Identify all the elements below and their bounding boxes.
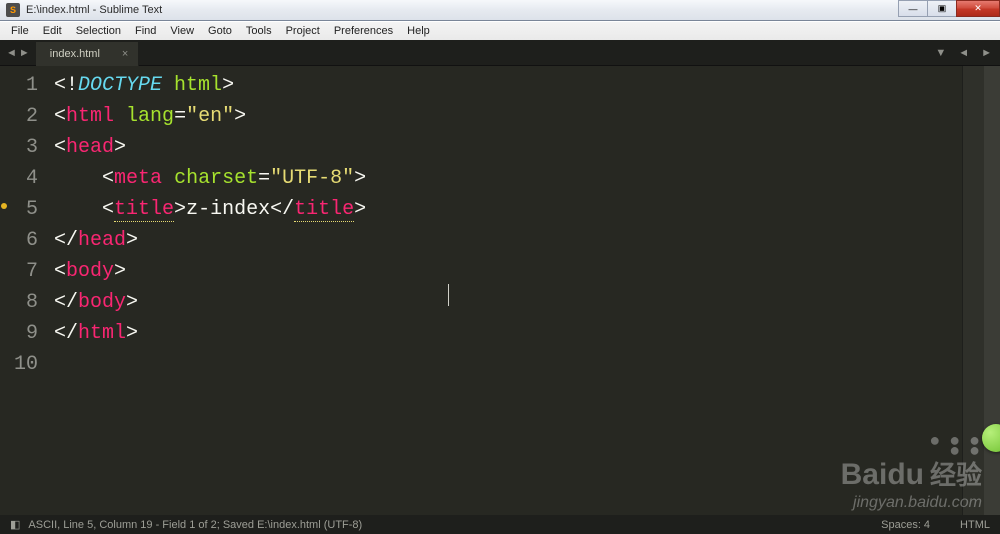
line-number: 1 [8, 70, 38, 101]
app-icon: S [6, 3, 20, 17]
tab-index-html[interactable]: index.html × [36, 42, 140, 66]
menu-edit[interactable]: Edit [36, 23, 69, 39]
editor: 12345678910 <!DOCTYPE html><html lang="e… [0, 66, 1000, 515]
window-title: E:\index.html - Sublime Text [26, 4, 899, 16]
code-line[interactable]: <!DOCTYPE html> [48, 70, 962, 101]
menu-bar: FileEditSelectionFindViewGotoToolsProjec… [0, 21, 1000, 40]
menu-project[interactable]: Project [279, 23, 327, 39]
menu-selection[interactable]: Selection [69, 23, 128, 39]
maximize-button[interactable]: ▣ [927, 0, 957, 17]
text-cursor [448, 284, 449, 306]
code-line[interactable]: <body> [48, 256, 962, 287]
status-syntax[interactable]: HTML [960, 519, 990, 531]
line-number: 4 [8, 163, 38, 194]
tab-label: index.html [50, 48, 100, 60]
menu-help[interactable]: Help [400, 23, 437, 39]
line-number: 6 [8, 225, 38, 256]
code-line[interactable]: </html> [48, 318, 962, 349]
window-controls: — ▣ ✕ [899, 0, 1000, 20]
window-titlebar: S E:\index.html - Sublime Text — ▣ ✕ [0, 0, 1000, 21]
line-number: 3 [8, 132, 38, 163]
tabs-dropdown-icon[interactable]: ▼ [935, 47, 946, 59]
history-forward-icon[interactable]: ► [19, 47, 30, 59]
menu-file[interactable]: File [4, 23, 36, 39]
status-left: ASCII, Line 5, Column 19 - Field 1 of 2;… [28, 519, 362, 531]
status-bar: ◧ ASCII, Line 5, Column 19 - Field 1 of … [0, 515, 1000, 534]
close-button[interactable]: ✕ [956, 0, 1000, 17]
menu-view[interactable]: View [163, 23, 201, 39]
minimize-button[interactable]: — [898, 0, 928, 17]
gutter-marks [0, 66, 8, 515]
line-number-gutter: 12345678910 [8, 66, 48, 515]
split-left-icon[interactable]: ◄ [958, 47, 969, 59]
menu-find[interactable]: Find [128, 23, 163, 39]
menu-preferences[interactable]: Preferences [327, 23, 400, 39]
code-line[interactable]: <title>z-index</title> [48, 194, 962, 225]
menu-tools[interactable]: Tools [239, 23, 279, 39]
tab-close-icon[interactable]: × [122, 48, 128, 60]
history-back-icon[interactable]: ◄ [6, 47, 17, 59]
status-console-icon[interactable]: ◧ [10, 518, 20, 531]
code-line[interactable]: <html lang="en"> [48, 101, 962, 132]
line-number: 7 [8, 256, 38, 287]
menu-goto[interactable]: Goto [201, 23, 239, 39]
line-number: 9 [8, 318, 38, 349]
line-number: 10 [8, 349, 38, 380]
tab-bar: ◄ ► index.html × ▼ ◄ ► [0, 40, 1000, 66]
status-spaces[interactable]: Spaces: 4 [881, 519, 930, 531]
code-line[interactable]: <head> [48, 132, 962, 163]
minimap[interactable] [962, 66, 984, 515]
code-line[interactable]: </body> [48, 287, 962, 318]
split-right-icon[interactable]: ► [981, 47, 992, 59]
modified-line-marker [1, 203, 7, 209]
code-area[interactable]: <!DOCTYPE html><html lang="en"><head> <m… [48, 66, 962, 515]
line-number: 5 [8, 194, 38, 225]
code-line[interactable]: <meta charset="UTF-8"> [48, 163, 962, 194]
line-number: 2 [8, 101, 38, 132]
code-line[interactable]: </head> [48, 225, 962, 256]
line-number: 8 [8, 287, 38, 318]
